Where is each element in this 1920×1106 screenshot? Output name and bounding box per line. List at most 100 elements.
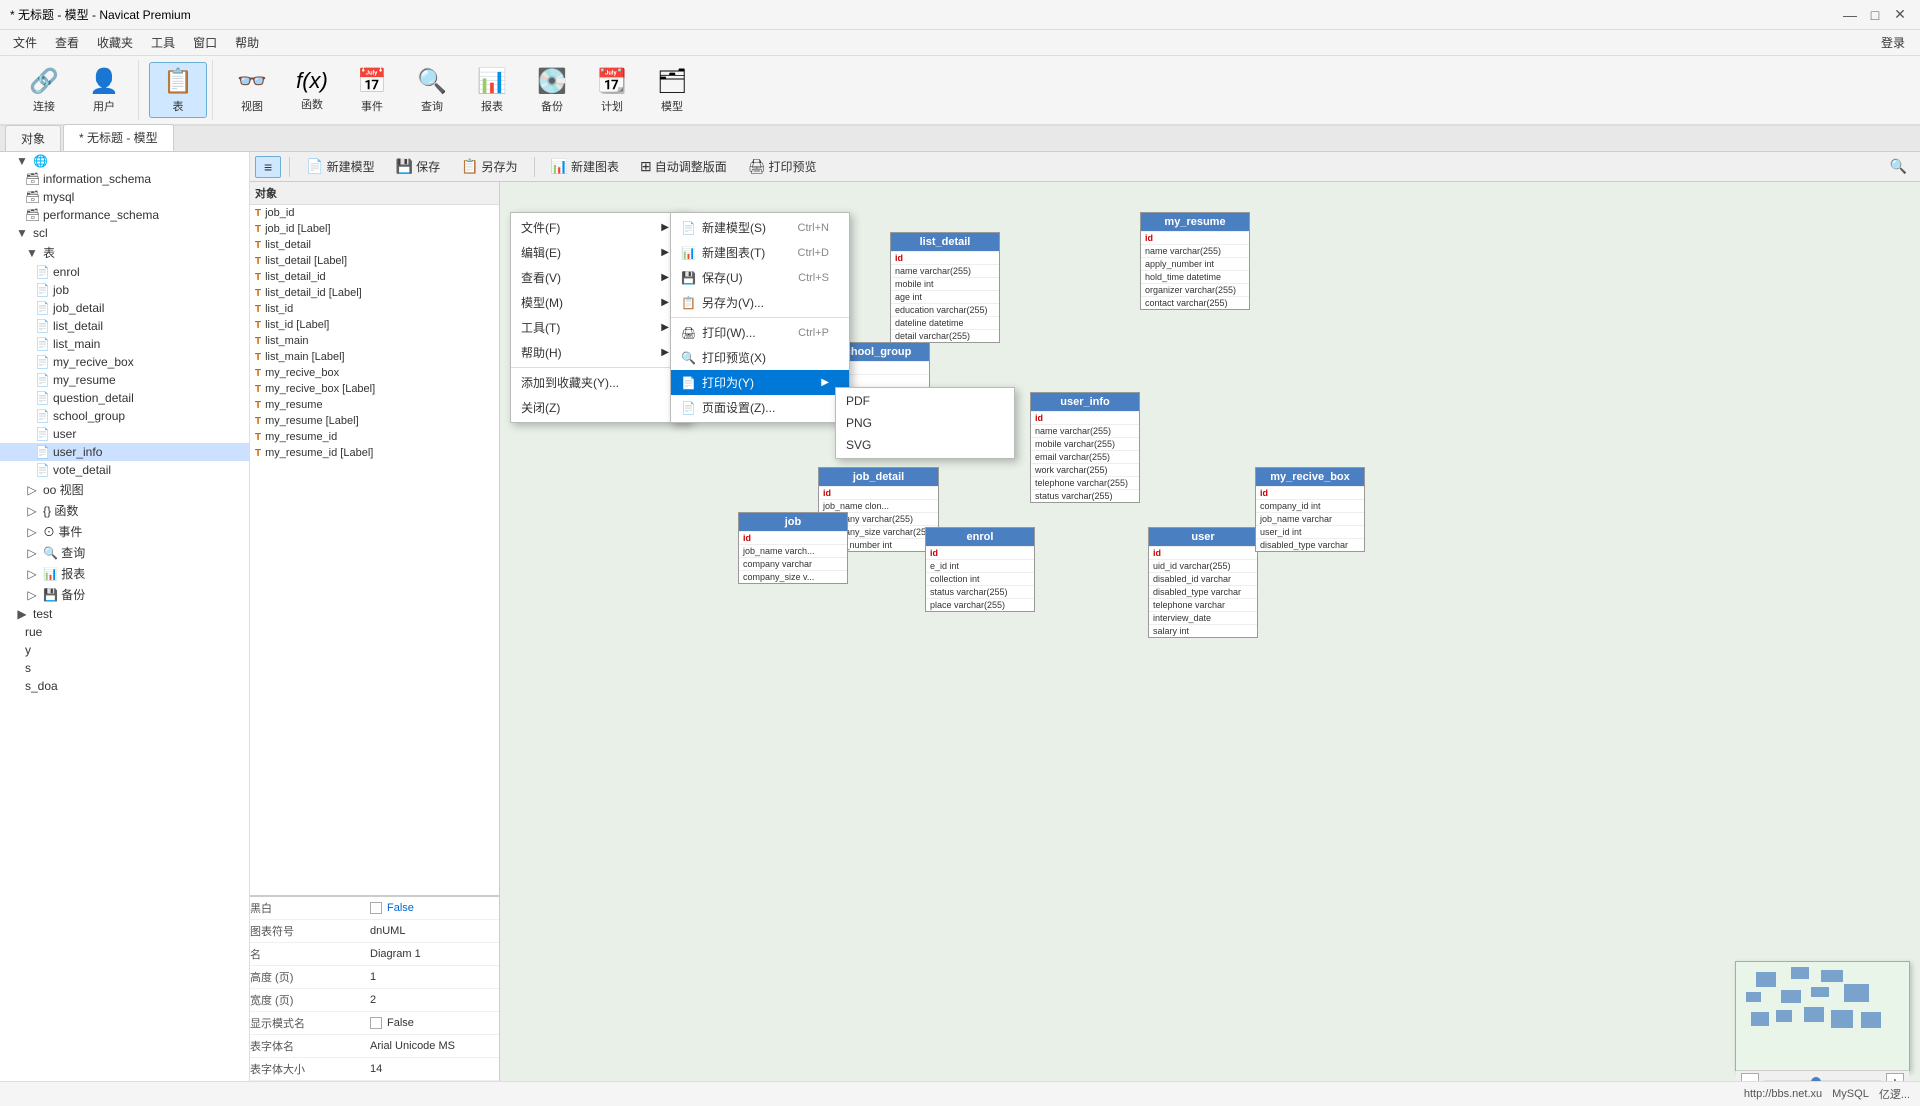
sidebar-item-my-recive-box[interactable]: 📄 my_recive_box: [0, 353, 249, 371]
tb2-search-button[interactable]: 🔍: [1882, 156, 1915, 177]
file-page-setup[interactable]: 📄 页面设置(Z)...: [671, 395, 849, 420]
sidebar-item-tables[interactable]: ▼ 表: [0, 242, 249, 263]
tb2-menu-button[interactable]: ≡: [255, 156, 281, 178]
obj-item-my-resume[interactable]: T my_resume: [250, 397, 499, 413]
menu-favorites[interactable]: 收藏夹: [89, 32, 141, 53]
obj-item-my-resume-id-label[interactable]: T my_resume_id [Label]: [250, 445, 499, 461]
sidebar-item-list-main[interactable]: 📄 list_main: [0, 335, 249, 353]
file-save-as[interactable]: 📋 另存为(V)...: [671, 290, 849, 315]
file-new-chart[interactable]: 📊 新建图表(T) Ctrl+D: [671, 240, 849, 265]
table-user-info[interactable]: user_info id name varchar(255) mobile va…: [1030, 392, 1140, 503]
tb2-save-button[interactable]: 💾 保存: [388, 156, 448, 177]
sidebar-item-events[interactable]: ▷ ⊙ 事件: [0, 521, 249, 542]
sidebar-item-job[interactable]: 📄 job: [0, 281, 249, 299]
table-list-detail[interactable]: list_detail id name varchar(255) mobile …: [890, 232, 1000, 343]
table-job[interactable]: job id job_name varch... company varchar…: [738, 512, 848, 584]
sidebar-item-rue[interactable]: rue: [0, 623, 249, 641]
sidebar-item-reports[interactable]: ▷ 📊 报表: [0, 563, 249, 584]
prop-val-bw[interactable]: False: [370, 900, 414, 916]
menu-help[interactable]: 帮助: [227, 32, 267, 53]
checkbox-bw[interactable]: [370, 902, 382, 914]
connect-button[interactable]: 🔗 连接: [15, 62, 73, 118]
obj-item-job-id[interactable]: T job_id: [250, 205, 499, 221]
tb2-new-model-button[interactable]: 📄 新建模型: [298, 156, 382, 177]
prop-val-show-mode[interactable]: False: [370, 1015, 414, 1031]
file-export[interactable]: 📄 打印为(Y) ▶: [671, 370, 849, 395]
menu-view[interactable]: 查看: [47, 32, 87, 53]
schedule-button[interactable]: 📆 计划: [583, 62, 641, 118]
table-user[interactable]: user id uid_id varchar(255) disabled_id …: [1148, 527, 1258, 638]
sidebar-item-functions[interactable]: ▷ {} 函数: [0, 500, 249, 521]
obj-item-my-resume-label[interactable]: T my_resume [Label]: [250, 413, 499, 429]
event-button[interactable]: 📅 事件: [343, 62, 401, 118]
obj-item-my-resume-id[interactable]: T my_resume_id: [250, 429, 499, 445]
sidebar-item-user-info[interactable]: 📄 user_info: [0, 443, 249, 461]
sidebar-item-test[interactable]: ▶ test: [0, 605, 249, 623]
tb2-auto-fit-button[interactable]: ⊞ 自动调整版面: [632, 156, 735, 177]
tb2-print-preview-button[interactable]: 🖨 打印预览: [740, 156, 825, 177]
sidebar-item-backups[interactable]: ▷ 💾 备份: [0, 584, 249, 605]
export-svg[interactable]: SVG: [836, 434, 1014, 456]
obj-item-list-main-label[interactable]: T list_main [Label]: [250, 349, 499, 365]
obj-item-my-recive-box[interactable]: T my_recive_box: [250, 365, 499, 381]
sidebar-item-school-group[interactable]: 📄 school_group: [0, 407, 249, 425]
obj-item-list-detail-id-label[interactable]: T list_detail_id [Label]: [250, 285, 499, 301]
sidebar-item-vote-detail[interactable]: 📄 vote_detail: [0, 461, 249, 479]
sidebar-item-perf-schema[interactable]: 🗃 performance_schema: [0, 206, 249, 224]
sidebar-item-queries[interactable]: ▷ 🔍 查询: [0, 542, 249, 563]
sidebar-item-s-doa[interactable]: s_doa: [0, 677, 249, 695]
obj-item-job-id-label[interactable]: T job_id [Label]: [250, 221, 499, 237]
backup-button[interactable]: 💽 备份: [523, 62, 581, 118]
query-button[interactable]: 🔍 查询: [403, 62, 461, 118]
report-button[interactable]: 📊 报表: [463, 62, 521, 118]
obj-item-list-main[interactable]: T list_main: [250, 333, 499, 349]
sidebar-item-enrol[interactable]: 📄 enrol: [0, 263, 249, 281]
sidebar-item-root[interactable]: ▼ 🌐: [0, 152, 249, 170]
table-my-recive-box[interactable]: my_recive_box id company_id int job_name…: [1255, 467, 1365, 552]
function-button[interactable]: f(x) 函数: [283, 62, 341, 118]
sidebar-item-scl[interactable]: ▼ scl: [0, 224, 249, 242]
login-label[interactable]: 登录: [1871, 32, 1915, 53]
obj-item-list-detail-id[interactable]: T list_detail_id: [250, 269, 499, 285]
view-button[interactable]: 👓 视图: [223, 62, 281, 118]
obj-item-list-detail[interactable]: T list_detail: [250, 237, 499, 253]
sidebar-item-question-detail[interactable]: 📄 question_detail: [0, 389, 249, 407]
menu-file[interactable]: 文件: [5, 32, 45, 53]
tab-objects[interactable]: 对象: [5, 125, 61, 151]
sidebar-item-y[interactable]: y: [0, 641, 249, 659]
canvas-area[interactable]: list_detail id name varchar(255) mobile …: [500, 182, 1920, 1081]
ctx-tools[interactable]: 工具(T) ▶: [511, 315, 689, 340]
tb2-save-as-button[interactable]: 📋 另存为: [453, 156, 525, 177]
tab-model[interactable]: * 无标题 - 模型: [63, 124, 174, 151]
checkbox-show-mode[interactable]: [370, 1017, 382, 1029]
model-button[interactable]: 🗂 模型: [643, 62, 701, 118]
obj-item-list-id[interactable]: T list_id: [250, 301, 499, 317]
sidebar-item-user[interactable]: 📄 user: [0, 425, 249, 443]
obj-item-list-detail-label[interactable]: T list_detail [Label]: [250, 253, 499, 269]
ctx-view[interactable]: 查看(V) ▶: [511, 265, 689, 290]
file-save[interactable]: 💾 保存(U) Ctrl+S: [671, 265, 849, 290]
menu-tools[interactable]: 工具: [143, 32, 183, 53]
minimize-button[interactable]: —: [1840, 5, 1860, 25]
sidebar-item-my-resume[interactable]: 📄 my_resume: [0, 371, 249, 389]
sidebar-item-info-schema[interactable]: 🗃 information_schema: [0, 170, 249, 188]
sidebar-item-mysql[interactable]: 🗃 mysql: [0, 188, 249, 206]
ctx-help[interactable]: 帮助(H) ▶: [511, 340, 689, 365]
menu-window[interactable]: 窗口: [185, 32, 225, 53]
table-button[interactable]: 📋 表: [149, 62, 207, 118]
close-button[interactable]: ✕: [1890, 5, 1910, 25]
export-png[interactable]: PNG: [836, 412, 1014, 434]
ctx-model[interactable]: 模型(M) ▶: [511, 290, 689, 315]
user-button[interactable]: 👤 用户: [75, 62, 133, 118]
sidebar-item-s[interactable]: s: [0, 659, 249, 677]
ctx-close[interactable]: 关闭(Z): [511, 395, 689, 420]
obj-item-my-recive-box-label[interactable]: T my_recive_box [Label]: [250, 381, 499, 397]
table-enrol[interactable]: enrol id e_id int collection int status …: [925, 527, 1035, 612]
table-my-resume[interactable]: my_resume id name varchar(255) apply_num…: [1140, 212, 1250, 310]
file-print-preview[interactable]: 🔍 打印预览(X): [671, 345, 849, 370]
sidebar-item-job-detail[interactable]: 📄 job_detail: [0, 299, 249, 317]
mini-map-slider-thumb[interactable]: [1811, 1077, 1821, 1082]
file-print[interactable]: 🖨 打印(W)... Ctrl+P: [671, 320, 849, 345]
tb2-new-chart-button[interactable]: 📊 新建图表: [543, 156, 627, 177]
obj-item-list-id-label[interactable]: T list_id [Label]: [250, 317, 499, 333]
